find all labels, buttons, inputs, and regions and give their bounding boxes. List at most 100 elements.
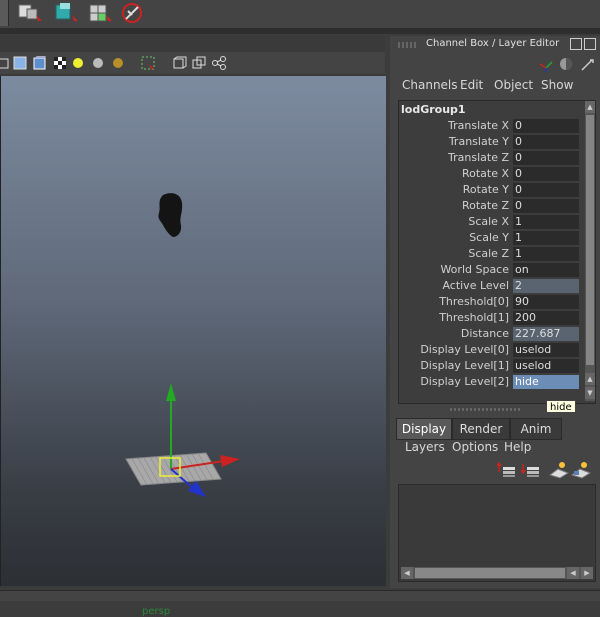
attribute-label[interactable]: Threshold[0]	[399, 295, 509, 308]
attribute-label[interactable]: Rotate Y	[399, 183, 509, 196]
channel-box-menubar: Channels Edit Object Show	[390, 76, 600, 94]
attribute-label[interactable]: Scale X	[399, 215, 509, 228]
attribute-label[interactable]: Rotate X	[399, 167, 509, 180]
attribute-value-field[interactable]: 0	[513, 119, 579, 133]
attribute-value-field[interactable]: hide	[513, 375, 579, 389]
shelf-tab-handle[interactable]	[0, 0, 9, 26]
panel-grip[interactable]	[398, 42, 418, 48]
float-icon[interactable]	[570, 38, 582, 50]
tab-anim[interactable]: Anim	[510, 418, 562, 440]
tab-display[interactable]: Display	[396, 418, 452, 440]
attribute-value-field[interactable]: 0	[513, 199, 579, 213]
status-bar	[0, 590, 600, 601]
move-layer-down-icon[interactable]	[520, 461, 542, 479]
node-name[interactable]: lodGroup1	[401, 103, 466, 116]
channel-box-list: lodGroup1 Translate X 0 Translate Y 0 Transl…	[398, 100, 596, 404]
tab-render[interactable]: Render	[452, 418, 510, 440]
scroll-left-icon[interactable]: ◀	[567, 567, 579, 579]
axis-icon	[539, 61, 553, 72]
attribute-label[interactable]: Display Level[0]	[399, 343, 509, 356]
vertical-scrollbar[interactable]: ▲ ▲ ▼	[585, 101, 595, 401]
isolate-select-icon[interactable]	[140, 55, 156, 71]
move-manipulator[interactable]	[116, 381, 256, 501]
attribute-label[interactable]: Display Level[2]	[399, 375, 509, 388]
shadows-icon[interactable]	[90, 55, 106, 71]
attribute-label[interactable]: Display Level[1]	[399, 359, 509, 372]
arrow-icon	[581, 59, 594, 71]
smooth-shade-icon[interactable]	[12, 55, 28, 71]
scroll-thumb[interactable]	[415, 568, 565, 578]
attribute-label[interactable]: Distance	[399, 327, 509, 340]
attribute-value-field[interactable]: 2	[513, 279, 579, 293]
attribute-value-field[interactable]: 227.687	[513, 327, 579, 341]
horizontal-scrollbar[interactable]: ◀ ◀ ▶	[401, 567, 593, 579]
shelf-divider	[0, 28, 600, 34]
attribute-value-field[interactable]: 0	[513, 167, 579, 181]
scroll-down-icon[interactable]: ▼	[585, 387, 595, 399]
move-layer-up-icon[interactable]	[496, 461, 518, 479]
panel-splitter[interactable]	[450, 408, 520, 411]
viewport-scene[interactable]: persp	[0, 76, 386, 617]
y-axis-arrow-icon	[166, 383, 176, 401]
wireframe-icon[interactable]	[0, 55, 12, 71]
attribute-value-field[interactable]: 1	[513, 247, 579, 261]
menu-edit[interactable]: Edit	[460, 78, 483, 92]
menu-show[interactable]: Show	[541, 78, 573, 92]
lod-mesh-silhouette[interactable]	[151, 191, 191, 241]
layer-list[interactable]: ◀ ◀ ▶	[398, 484, 596, 582]
import-object-icon[interactable]	[50, 1, 80, 25]
attribute-value-field[interactable]: 200	[513, 311, 579, 325]
attribute-value-field[interactable]: on	[513, 263, 579, 277]
ambient-occlusion-icon[interactable]	[110, 55, 126, 71]
scroll-left-icon[interactable]: ◀	[401, 567, 413, 579]
attribute-label[interactable]: Translate Y	[399, 135, 509, 148]
attribute-value-field[interactable]: uselod	[513, 343, 579, 357]
channel-box-panel: Channel Box / Layer Editor Channels Edit…	[390, 36, 600, 416]
xray-joints-icon[interactable]	[191, 55, 207, 71]
attribute-label[interactable]: Translate Z	[399, 151, 509, 164]
attribute-label[interactable]: World Space	[399, 263, 509, 276]
group-objects-icon[interactable]	[86, 1, 116, 25]
attribute-value-field[interactable]: uselod	[513, 359, 579, 373]
shelf-toolbar	[0, 0, 600, 28]
create-reference-icon[interactable]	[16, 1, 46, 25]
xray-icon[interactable]	[171, 55, 187, 71]
panel-title: Channel Box / Layer Editor	[426, 38, 560, 49]
scroll-thumb[interactable]	[586, 115, 594, 365]
attribute-label[interactable]: Active Level	[399, 279, 509, 292]
scroll-up-icon[interactable]: ▲	[585, 101, 595, 113]
use-all-lights-icon[interactable]	[70, 55, 86, 71]
menu-options[interactable]: Options	[452, 440, 498, 454]
attribute-label[interactable]: Threshold[1]	[399, 311, 509, 324]
attribute-label[interactable]: Scale Z	[399, 247, 509, 260]
perspective-viewport[interactable]: persp	[0, 36, 386, 617]
attribute-value-field[interactable]: 1	[513, 215, 579, 229]
scroll-right-icon[interactable]: ▶	[581, 567, 593, 579]
layer-editor-panel: Display Render Anim Layers Options Help …	[390, 408, 600, 588]
camera-label: persp	[142, 606, 171, 617]
window-buttons	[568, 38, 596, 53]
menu-layers[interactable]: Layers	[405, 440, 445, 454]
attribute-value-field[interactable]: 0	[513, 135, 579, 149]
attribute-label[interactable]: Rotate Z	[399, 199, 509, 212]
attribute-value-field[interactable]: 0	[513, 183, 579, 197]
menu-help[interactable]: Help	[504, 440, 531, 454]
menu-channels[interactable]: Channels	[402, 78, 458, 92]
menu-object[interactable]: Object	[494, 78, 533, 92]
z-axis-arrow-icon	[188, 481, 206, 497]
attribute-value-field[interactable]: 90	[513, 295, 579, 309]
channel-box-icons	[539, 58, 594, 72]
attribute-label[interactable]: Translate X	[399, 119, 509, 132]
scroll-up-icon[interactable]: ▲	[585, 373, 595, 385]
new-layer-selected-icon[interactable]	[570, 461, 592, 479]
attribute-value-field[interactable]: 0	[513, 151, 579, 165]
close-icon[interactable]	[584, 38, 596, 50]
attribute-value-field[interactable]: 1	[513, 231, 579, 245]
x-axis-arrow-icon	[220, 455, 240, 467]
new-layer-icon[interactable]	[548, 461, 570, 479]
textured-icon[interactable]	[52, 55, 68, 71]
share-icon[interactable]	[211, 55, 227, 71]
attribute-label[interactable]: Scale Y	[399, 231, 509, 244]
lod-group-icon[interactable]	[120, 1, 150, 25]
wireframe-on-shaded-icon[interactable]	[32, 55, 48, 71]
